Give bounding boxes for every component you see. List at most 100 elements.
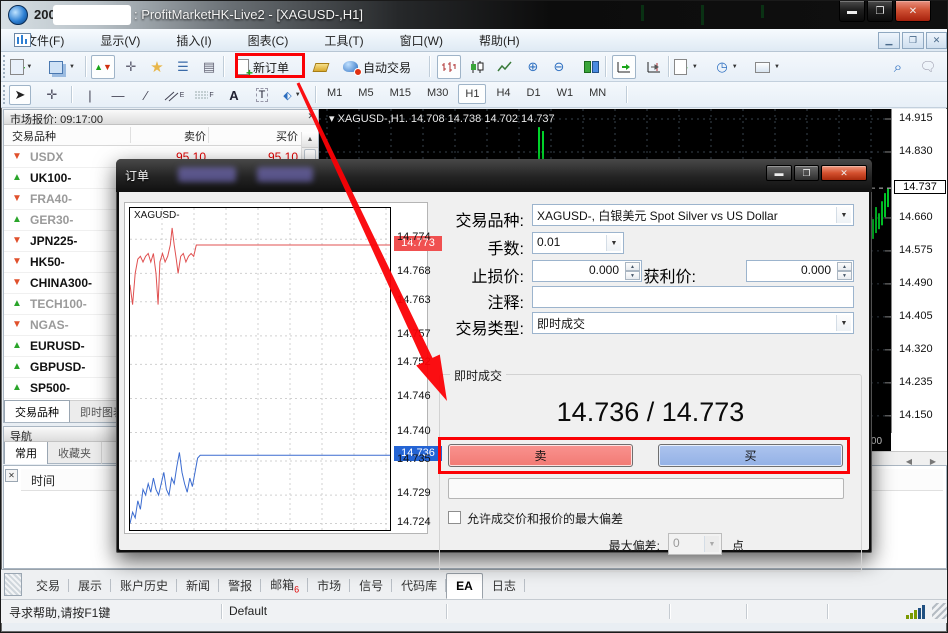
profiles-button[interactable]: ▼ <box>49 55 75 79</box>
chat-icon[interactable]: 🗨 <box>916 55 940 79</box>
connection-status-icon <box>906 605 928 619</box>
bottom-tab-警报[interactable]: 警报 <box>219 572 261 599</box>
account-redaction <box>53 5 131 25</box>
zoom-in-button[interactable]: ⊕ <box>521 55 545 79</box>
market-watch-close-icon[interactable]: ✕ <box>307 111 315 122</box>
cursor-tool[interactable]: ➤ <box>9 85 31 105</box>
resize-grip[interactable] <box>932 603 948 619</box>
window-close-button[interactable]: ✕ <box>895 1 931 22</box>
chart-minimize-button[interactable]: ▁ <box>878 32 900 49</box>
templates-button[interactable]: ▼ <box>755 55 780 79</box>
take-profit-input[interactable]: 0.000▲▼ <box>746 260 854 282</box>
tile-windows-button[interactable] <box>579 55 603 79</box>
chart-restore-button[interactable]: ❐ <box>902 32 924 49</box>
bottom-tab-市场[interactable]: 市场 <box>308 572 350 599</box>
price-tick: 14.490 <box>899 277 933 289</box>
candlestick-type-button[interactable] <box>465 55 489 79</box>
window-maximize-button[interactable]: ❐ <box>867 1 893 22</box>
data-window-button[interactable]: ▤ <box>197 55 221 79</box>
chart-shift-button[interactable] <box>642 55 666 79</box>
timeframe-W1[interactable]: W1 <box>551 84 580 104</box>
menu-item[interactable]: 帮助(H) <box>467 29 532 52</box>
menu-item[interactable]: 显示(V) <box>88 29 152 52</box>
tick-chart-toggle[interactable]: ▲▼ <box>91 55 115 79</box>
crosshair-cursor-button[interactable]: ✛ <box>119 55 143 79</box>
price-axis[interactable]: 14.91514.83014.66014.57514.49014.40514.3… <box>891 109 948 433</box>
text-tool[interactable]: A <box>223 85 245 105</box>
timeframes-menu-button[interactable]: ◷▼ <box>715 55 739 79</box>
menu-item[interactable]: 插入(I) <box>164 29 223 52</box>
market-watch-tab[interactable]: 交易品种 <box>4 400 70 422</box>
dialog-maximize-button[interactable]: ❐ <box>794 165 819 181</box>
trendline-tool[interactable]: ∕ <box>135 85 157 105</box>
favorites-folder-button[interactable]: ★ <box>145 55 169 79</box>
tick-chart-symbol: XAGUSD- <box>134 210 180 221</box>
deviation-checkbox[interactable] <box>448 511 461 524</box>
timeframe-M15[interactable]: M15 <box>384 84 417 104</box>
timeframe-M1[interactable]: M1 <box>321 84 348 104</box>
arrows-tool[interactable]: ⬖▼ <box>281 85 303 105</box>
take-profit-stepper[interactable]: ▲▼ <box>837 262 852 280</box>
dialog-close-button[interactable]: ✕ <box>821 165 867 181</box>
dialog-minimize-button[interactable]: ▬ <box>766 165 792 181</box>
price-tick: 14.915 <box>899 112 933 124</box>
chart-close-button[interactable]: ✕ <box>926 32 947 49</box>
max-deviation-select[interactable]: 0▼ <box>668 533 722 555</box>
market-watch-title: 市场报价: 09:17:00✕ <box>4 110 318 125</box>
search-icon[interactable]: ⌕ <box>886 55 910 79</box>
menu-item[interactable]: 工具(T) <box>312 29 375 52</box>
text-label-tool[interactable]: T <box>251 85 273 105</box>
bottom-tab-日志[interactable]: 日志 <box>483 572 525 599</box>
bottom-tab-代码库[interactable]: 代码库 <box>392 572 446 599</box>
chevron-down-icon[interactable]: ▼ <box>836 207 851 223</box>
order-type-select[interactable]: 即时成交▼ <box>532 312 854 334</box>
bottom-tab-信号[interactable]: 信号 <box>350 572 392 599</box>
horizontal-line-tool[interactable]: — <box>107 85 129 105</box>
channel-tool[interactable]: E <box>163 85 185 105</box>
navigator-tab[interactable]: 常用 <box>4 441 48 464</box>
timeframe-M30[interactable]: M30 <box>421 84 454 104</box>
bottom-tab-账户历史[interactable]: 账户历史 <box>111 572 177 599</box>
navigator-tab[interactable]: 收藏夹 <box>48 442 102 464</box>
bottom-tab-交易[interactable]: 交易 <box>27 572 69 599</box>
bottom-tab-展示[interactable]: 展示 <box>69 572 111 599</box>
order-dialog-title: 订单 <box>125 167 149 184</box>
bottom-tab-新闻[interactable]: 新闻 <box>177 572 219 599</box>
terminal-close-icon[interactable]: ✕ <box>5 469 18 482</box>
timeframe-MN[interactable]: MN <box>583 84 612 104</box>
group-title: 即时成交 <box>450 367 506 384</box>
comment-input[interactable] <box>532 286 854 308</box>
symbol-select[interactable]: XAGUSD-, 白银美元 Spot Silver vs US Dollar▼ <box>532 204 854 226</box>
menu-item[interactable]: 窗口(W) <box>388 29 455 52</box>
order-dialog-titlebar[interactable]: 订单 ▬ ❐ ✕ <box>116 159 872 192</box>
line-chart-type-button[interactable] <box>493 55 517 79</box>
chevron-down-icon[interactable]: ▼ <box>836 315 851 331</box>
status-profile[interactable]: Default <box>229 604 267 618</box>
open-account-icon[interactable] <box>309 55 333 79</box>
bottom-tab-邮箱[interactable]: 邮箱6 <box>261 571 308 599</box>
scroll-up-icon[interactable]: ▲ <box>302 132 318 148</box>
crosshair-tool[interactable]: ✛ <box>41 85 63 105</box>
vertical-line-tool[interactable]: | <box>79 85 101 105</box>
menu-bar: 文件(F)显示(V)插入(I)图表(C)工具(T)窗口(W)帮助(H) <box>1 29 948 52</box>
timeframe-D1[interactable]: D1 <box>521 84 547 104</box>
menu-item[interactable]: 图表(C) <box>236 29 301 52</box>
indicators-button[interactable]: +▼ <box>674 55 698 79</box>
chevron-down-icon[interactable]: ▼ <box>606 235 621 251</box>
timeframe-M5[interactable]: M5 <box>352 84 379 104</box>
timeframe-H4[interactable]: H4 <box>490 84 516 104</box>
bar-chart-type-button[interactable] <box>437 55 461 79</box>
deviation-checkbox-label: 允许成交价和报价的最大偏差 <box>467 510 623 527</box>
window-minimize-button[interactable]: ▬ <box>839 1 865 22</box>
timeframe-H1[interactable]: H1 <box>458 84 486 104</box>
zoom-out-button[interactable]: ⊖ <box>547 55 571 79</box>
volume-select[interactable]: 0.01▼ <box>532 232 624 254</box>
auto-trading-button[interactable]: 自动交易 <box>339 55 415 79</box>
bottom-tab-EA[interactable]: EA <box>446 573 483 599</box>
fibonacci-tool[interactable]: F <box>193 85 215 105</box>
market-watch-button[interactable]: ☰ <box>171 55 195 79</box>
instant-execution-group: 即时成交 14.736 / 14.773 卖 买 允许成交价和报价的最大偏差 最… <box>439 374 862 572</box>
direction-arrow-icon: ▲ <box>12 382 22 393</box>
auto-scroll-button[interactable] <box>612 55 636 79</box>
new-chart-button[interactable]: +▼ <box>9 55 33 79</box>
